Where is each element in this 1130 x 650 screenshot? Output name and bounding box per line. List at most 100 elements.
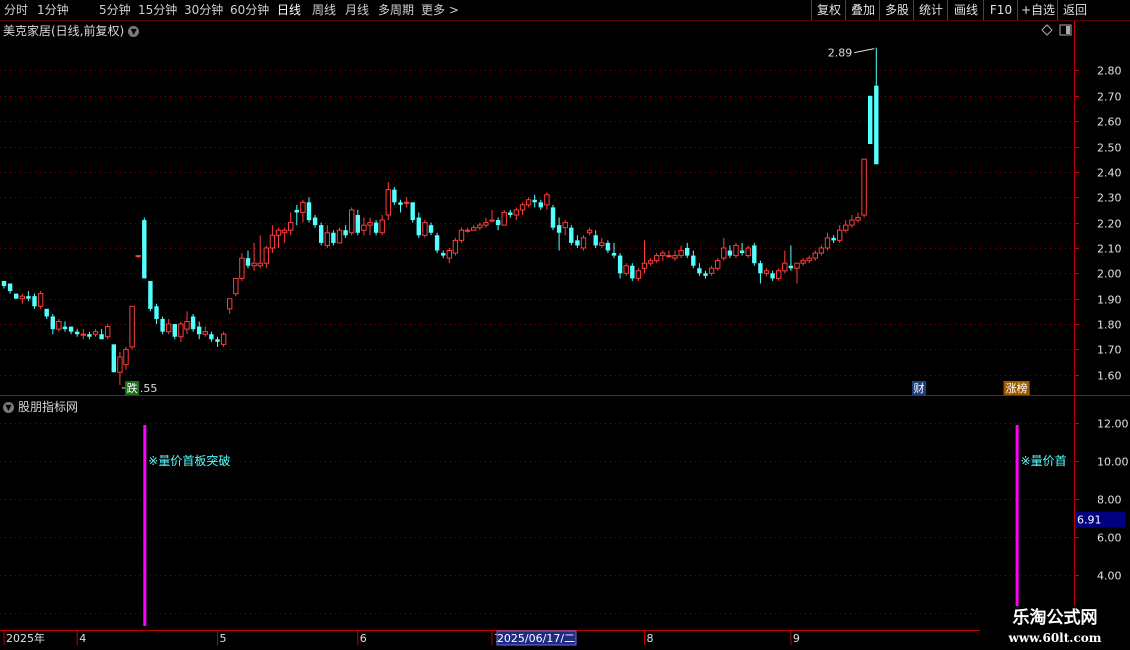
restore-rights-button[interactable]: 复权 xyxy=(811,0,846,20)
candle-body-up xyxy=(824,237,831,249)
candle-body-up xyxy=(288,222,294,231)
candle-body-up xyxy=(92,331,99,335)
price-tick-label: 2.10 xyxy=(1097,243,1122,256)
candle-body-down xyxy=(215,339,220,342)
candle-body-down xyxy=(197,326,202,335)
candle-body-down xyxy=(434,235,440,251)
period-tab-monthly[interactable]: 月线 xyxy=(345,2,369,18)
candle-body-up xyxy=(257,262,263,267)
candle-body-down xyxy=(495,220,501,226)
candle-body-up xyxy=(281,229,288,234)
event-marker-label: 涨榜 xyxy=(1006,381,1028,395)
candle-body-up xyxy=(647,260,654,264)
watermark: 乐淘公式网 www.60lt.com xyxy=(980,606,1130,650)
time-axis-label: 6 xyxy=(360,632,367,645)
period-tab-30min[interactable]: 30分钟 xyxy=(184,2,223,18)
candle-body-down xyxy=(685,247,690,256)
candle-body-up xyxy=(861,158,867,216)
candle-body-down xyxy=(593,235,598,246)
watermark-url: www.60lt.com xyxy=(1008,631,1102,645)
candle-body-up xyxy=(166,323,172,333)
candle-body-down xyxy=(703,273,708,276)
candle-body-down xyxy=(190,316,196,330)
candle-body-up xyxy=(745,247,751,257)
candle-body-down xyxy=(355,215,360,233)
candle-body-down xyxy=(611,253,617,256)
price-tick-label: 2.20 xyxy=(1097,218,1122,231)
multi-stock-button[interactable]: 多股 xyxy=(879,0,914,20)
candle-body-down xyxy=(752,245,757,264)
overlay-button[interactable]: 叠加 xyxy=(845,0,880,20)
f10-button[interactable]: F10 xyxy=(983,0,1018,20)
toolbar: 分时 1分钟 5分钟 15分钟 30分钟 60分钟 日线 周线 月线 多周期 更… xyxy=(0,0,1130,21)
period-tab-60min[interactable]: 60分钟 xyxy=(230,2,269,18)
candle-body-up xyxy=(233,277,239,295)
candle-body-up xyxy=(599,242,605,246)
draw-line-button[interactable]: 画线 xyxy=(947,0,984,20)
period-tab-multi[interactable]: 多周期 xyxy=(378,2,414,18)
candle-body-down xyxy=(373,222,379,233)
chevron-right-icon: > xyxy=(448,3,459,17)
signal-label: ※量价首板突破 xyxy=(148,453,230,468)
back-button[interactable]: 返回 xyxy=(1057,0,1092,20)
candle-body-up xyxy=(117,356,123,373)
candle-body-up xyxy=(562,222,568,229)
period-tab-5min[interactable]: 5分钟 xyxy=(99,2,131,18)
period-tab-1min[interactable]: 1分钟 xyxy=(37,2,69,18)
candle-body-up xyxy=(178,323,184,338)
candle-body-down xyxy=(605,242,611,251)
candle-body-up xyxy=(843,224,849,231)
candle-body-up xyxy=(275,229,282,236)
candle-body-up xyxy=(464,229,471,232)
candle-body-down xyxy=(209,334,214,340)
candle-body-down xyxy=(569,227,574,243)
time-axis-label: 4 xyxy=(79,632,86,645)
candle-body-up xyxy=(763,270,770,274)
price-tick-label: 2.80 xyxy=(1097,65,1122,78)
candle-body-down xyxy=(868,95,873,144)
candle-body-up xyxy=(56,321,62,330)
candle-body-down xyxy=(245,258,251,266)
candle-body-down xyxy=(739,250,745,254)
candle-body-up xyxy=(849,219,855,226)
high-pointer-line xyxy=(854,48,875,54)
candle-body-up xyxy=(446,250,453,259)
candle-body-down xyxy=(319,225,324,243)
chevron-down-icon[interactable]: ▼ xyxy=(128,26,140,37)
indicator-tick-label: 10.00 xyxy=(1097,456,1129,469)
candle-body-up xyxy=(733,244,739,257)
indicator-name: 股朋指标网 xyxy=(18,400,79,414)
period-tab-intraday[interactable]: 分时 xyxy=(4,2,28,18)
indicator-tick-label: 8.00 xyxy=(1097,494,1122,507)
chart-area[interactable]: 2.80 2.70 2.60 2.50 2.40 2.30 2.20 2.10 2.00 1.90… xyxy=(0,0,1130,650)
candle-body-down xyxy=(727,250,733,256)
chevron-down-icon[interactable]: ▼ xyxy=(3,402,14,413)
candle-body-down xyxy=(831,237,836,241)
candle-body-up xyxy=(19,295,26,300)
period-tab-daily[interactable]: 日线 xyxy=(277,2,301,18)
statistics-button[interactable]: 统计 xyxy=(913,0,948,20)
window-toggle-icon-fill xyxy=(1066,26,1070,34)
period-tab-15min[interactable]: 15分钟 xyxy=(138,2,177,18)
candle-body-up xyxy=(489,219,495,222)
candle-body-up xyxy=(678,250,684,257)
period-tab-weekly[interactable]: 周线 xyxy=(312,2,336,18)
period-tab-more[interactable]: 更多 > xyxy=(421,2,459,18)
price-tick-label: 1.80 xyxy=(1097,319,1122,332)
time-cursor-label: 2025/06/17/二 xyxy=(497,632,575,645)
current-value-label: 6.91 xyxy=(1077,514,1102,527)
price-tick-label: 2.00 xyxy=(1097,268,1122,281)
candle-body-down xyxy=(1,280,7,287)
candle-body-down xyxy=(160,318,165,332)
indicator-title: ▼ 股朋指标网 xyxy=(3,398,78,415)
candle-body-down xyxy=(343,230,348,236)
candle-body-down xyxy=(7,283,13,292)
candle-body-down xyxy=(398,202,403,205)
candle-body-up xyxy=(37,293,44,307)
candle-body-up xyxy=(794,262,800,269)
add-watchlist-button[interactable]: +自选 xyxy=(1017,0,1058,20)
price-tick-label: 2.30 xyxy=(1097,192,1122,205)
candle-body-up xyxy=(586,229,593,234)
candle-body-down xyxy=(26,296,31,299)
candle-body-down xyxy=(87,334,92,337)
